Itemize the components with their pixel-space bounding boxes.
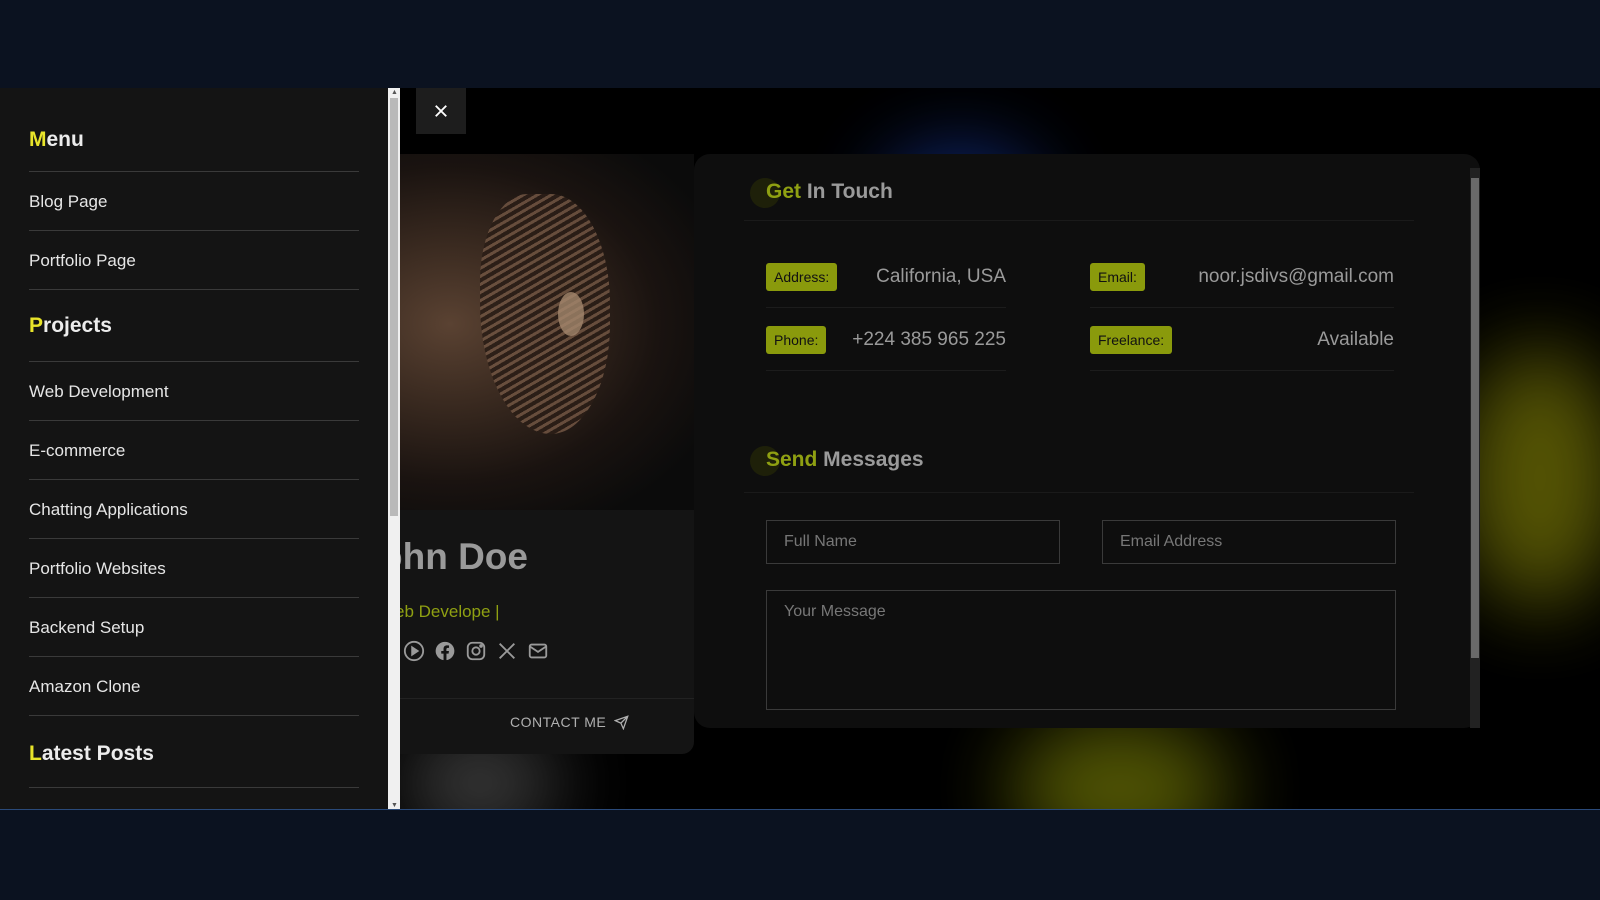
send-messages-title: Send Messages: [766, 448, 924, 472]
email-badge: Email:: [1090, 262, 1145, 291]
contact-me-button[interactable]: CONTACT ME: [510, 714, 630, 730]
title-rule: [744, 220, 1414, 221]
address-badge: Address:: [766, 262, 838, 291]
youtube-icon[interactable]: [403, 640, 425, 662]
scroll-up-arrow[interactable]: ▲: [391, 89, 398, 96]
projects-heading-rest: rojects: [43, 314, 112, 337]
sidebar-item-e-commerce[interactable]: E-commerce: [29, 421, 359, 480]
freelance-value: Available: [1317, 328, 1394, 350]
latest-posts-heading-rest: atest Posts: [41, 742, 154, 765]
scroll-down-arrow[interactable]: ▼: [391, 802, 398, 809]
panel-scroll-thumb[interactable]: [1471, 178, 1479, 658]
facebook-icon[interactable]: [434, 640, 456, 662]
photo-face: [480, 194, 610, 434]
sidebar-item-portfolio-websites[interactable]: Portfolio Websites: [29, 539, 359, 598]
menu-heading: Menu: [29, 88, 359, 172]
page-viewport: ohn Doe eb Develope | CONTACT ME Get In …: [0, 88, 1600, 810]
panel-scrollbar[interactable]: [1470, 168, 1480, 728]
sidebar-item-chatting-applications[interactable]: Chatting Applications: [29, 480, 359, 539]
full-name-input[interactable]: [766, 520, 1060, 564]
email-row: Email: noor.jsdivs@gmail.com: [1090, 246, 1394, 308]
phone-value: +224 385 965 225: [852, 328, 1006, 350]
send-messages-accent: Send: [766, 448, 818, 471]
projects-heading: Projects: [29, 290, 359, 362]
send-icon: [614, 714, 630, 730]
close-icon: [435, 105, 447, 117]
email-value: noor.jsdivs@gmail.com: [1198, 265, 1394, 287]
menu-heading-accent: M: [29, 128, 47, 151]
mail-icon[interactable]: [527, 640, 549, 662]
menu-heading-rest: enu: [46, 128, 84, 151]
get-in-touch-accent: Get: [766, 180, 802, 203]
latest-posts-heading: Latest Posts: [29, 716, 359, 788]
sidebar-scroll-thumb[interactable]: [390, 98, 398, 516]
projects-heading-accent: P: [29, 314, 44, 337]
x-icon[interactable]: [496, 640, 518, 662]
contact-me-label: CONTACT ME: [510, 714, 607, 730]
freelance-row: Freelance: Available: [1090, 309, 1394, 371]
sidebar-item-backend-setup[interactable]: Backend Setup: [29, 598, 359, 657]
background-glow-yellow-bottom: [1010, 718, 1230, 809]
profile-name: ohn Doe: [380, 536, 528, 577]
sidebar-content: Menu Blog Page Portfolio Page Projects W…: [29, 88, 359, 788]
sidebar-scrollbar[interactable]: ▲ ▼: [388, 88, 400, 809]
email-address-input[interactable]: [1102, 520, 1396, 564]
photo-ear: [558, 292, 584, 336]
phone-row: Phone: +224 385 965 225: [766, 309, 1006, 371]
get-in-touch-rest: In Touch: [801, 180, 893, 203]
phone-badge: Phone:: [766, 325, 827, 354]
address-row: Address: California, USA: [766, 246, 1006, 308]
social-links: [403, 640, 549, 662]
close-button[interactable]: [416, 88, 466, 134]
sidebar-item-web-development[interactable]: Web Development: [29, 362, 359, 421]
address-value: California, USA: [876, 265, 1006, 287]
message-textarea[interactable]: [766, 590, 1396, 710]
sidebar-menu: Menu Blog Page Portfolio Page Projects W…: [0, 88, 388, 809]
sidebar-item-amazon-clone[interactable]: Amazon Clone: [29, 657, 359, 716]
background-glow-yellow: [1460, 348, 1600, 608]
send-messages-rest: Messages: [817, 448, 924, 471]
contact-panel: Get In Touch Address: California, USA Em…: [694, 154, 1480, 728]
sidebar-item-portfolio-page[interactable]: Portfolio Page: [29, 231, 359, 290]
instagram-icon[interactable]: [465, 640, 487, 662]
freelance-badge: Freelance:: [1090, 325, 1173, 354]
profile-role: eb Develope |: [395, 602, 500, 621]
sidebar-item-blog-page[interactable]: Blog Page: [29, 172, 359, 231]
get-in-touch-title: Get In Touch: [766, 180, 893, 204]
title-rule: [744, 492, 1414, 493]
latest-posts-heading-accent: L: [29, 742, 42, 765]
